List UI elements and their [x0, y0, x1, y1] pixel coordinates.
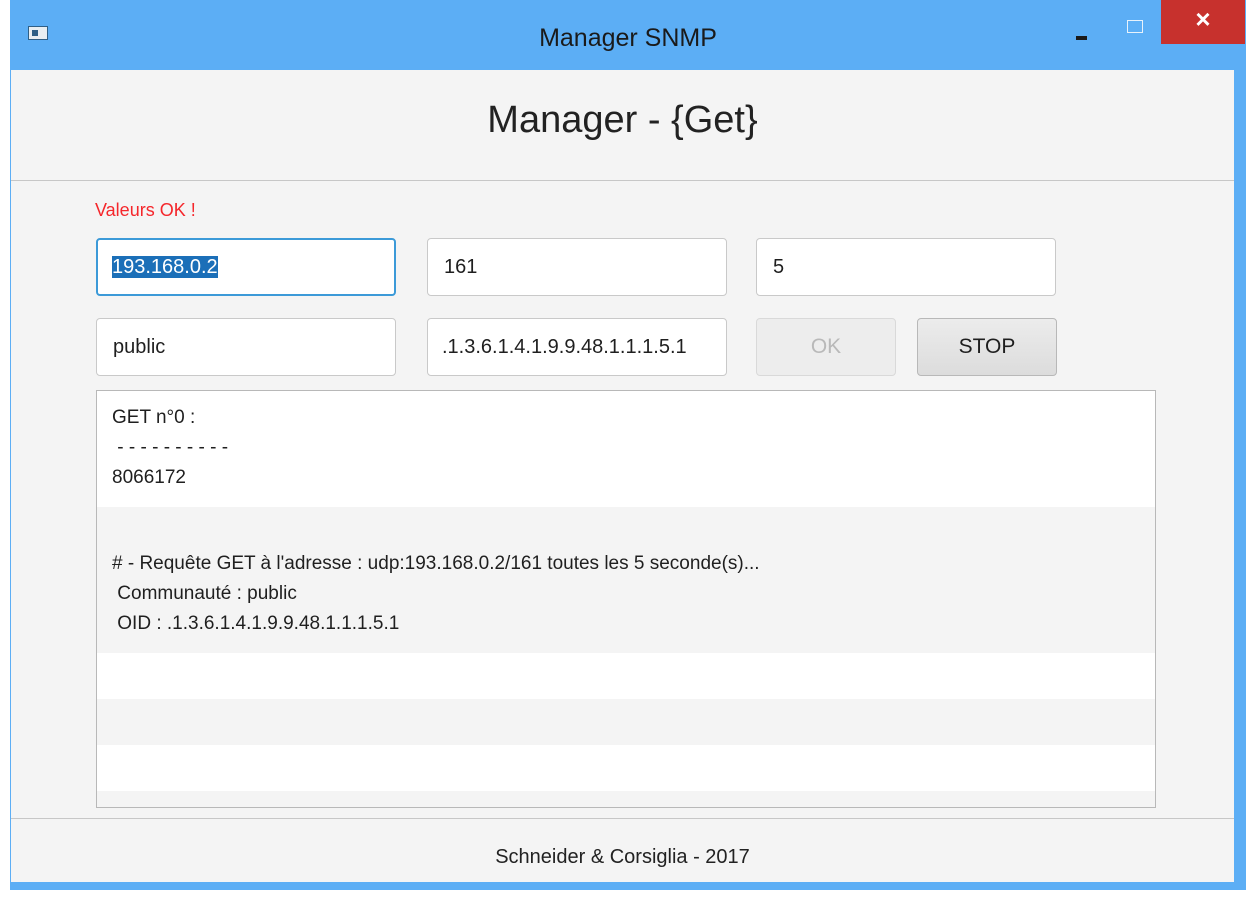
- stop-button[interactable]: STOP: [917, 318, 1057, 376]
- log-line: # - Requête GET à l'adresse : udp:193.16…: [112, 553, 760, 574]
- log-list[interactable]: GET n°0 : - - - - - - - - - - 8066172 # …: [96, 390, 1156, 808]
- oid-field[interactable]: .1.3.6.1.4.1.9.9.48.1.1.1.5.1: [427, 318, 727, 376]
- close-icon: ×: [1195, 4, 1211, 34]
- ip-address-field[interactable]: 193.168.0.2: [96, 238, 396, 296]
- header: Manager - {Get}: [11, 70, 1234, 181]
- empty-row: [97, 745, 1155, 791]
- app-window: Manager SNMP × Manager - {Get} Valeurs O…: [10, 0, 1246, 890]
- log-line: 8066172: [112, 467, 186, 488]
- ok-button[interactable]: OK: [756, 318, 896, 376]
- port-field[interactable]: 161: [427, 238, 727, 296]
- community-field[interactable]: public: [96, 318, 396, 376]
- status-message: Valeurs OK !: [95, 200, 196, 220]
- window-title: Manager SNMP: [539, 24, 717, 52]
- close-button[interactable]: ×: [1161, 0, 1245, 44]
- page-title: Manager - {Get}: [487, 99, 758, 141]
- empty-row: [97, 791, 1155, 807]
- log-line: GET n°0 :: [112, 407, 196, 428]
- list-item[interactable]: GET n°0 : - - - - - - - - - - 8066172: [97, 391, 1155, 507]
- interval-field[interactable]: 5: [756, 238, 1056, 296]
- empty-row: [97, 699, 1155, 745]
- window-content: Manager - {Get} Valeurs OK ! 193.168.0.2…: [11, 70, 1234, 882]
- footer-credits: Schneider & Corsiglia - 2017: [495, 846, 750, 868]
- ip-address-selection: 193.168.0.2: [112, 256, 218, 278]
- log-line: - - - - - - - - - -: [112, 437, 229, 458]
- maximize-icon[interactable]: [1115, 14, 1155, 44]
- minimize-icon[interactable]: [1065, 14, 1103, 44]
- list-item[interactable]: # - Requête GET à l'adresse : udp:193.16…: [97, 507, 1155, 653]
- empty-row: [97, 653, 1155, 699]
- title-bar[interactable]: Manager SNMP ×: [10, 0, 1246, 70]
- log-line: Communauté : public: [112, 583, 297, 604]
- log-line: OID : .1.3.6.1.4.1.9.9.48.1.1.1.5.1: [112, 613, 400, 634]
- footer: Schneider & Corsiglia - 2017: [11, 818, 1234, 882]
